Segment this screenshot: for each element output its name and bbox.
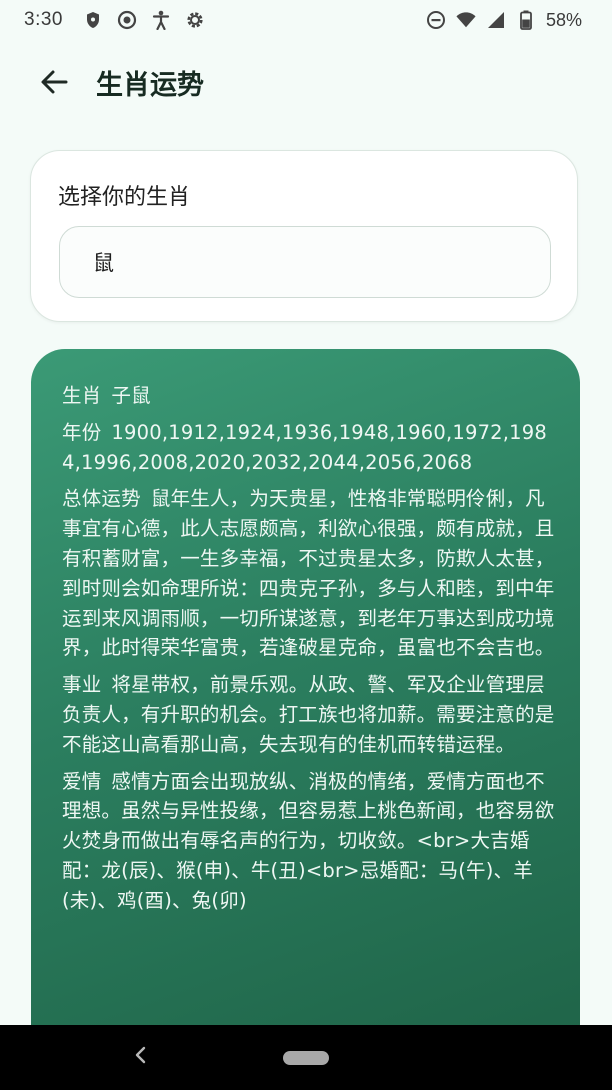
zodiac-label: 生肖	[62, 384, 102, 407]
overall-fortune-value: 鼠年生人，为天贵星，性格非常聪明伶俐，凡事宜有心德，此人志愿颇高，利欲心很强，颇…	[62, 487, 555, 660]
settings-icon	[185, 10, 205, 30]
page-title: 生肖运势	[96, 69, 204, 101]
battery-percentage: 58%	[545, 9, 582, 30]
nav-back-button[interactable]	[128, 1043, 152, 1067]
years-label: 年份	[62, 420, 102, 444]
zodiac-value: 子鼠	[111, 384, 151, 407]
love-label: 爱情	[62, 769, 102, 793]
accessibility-icon	[151, 10, 171, 30]
fortune-result-card: 生肖 子鼠 年份 1900,1912,1924,1936,1948,1960,197…	[31, 349, 580, 1049]
career-row: 事业 将星带权，前景乐观。从政、警、军及企业管理层负责人，有升职的机会。打工族也将…	[62, 670, 562, 759]
status-right: 58%	[426, 10, 582, 31]
love-value: 感情方面会出现放纵、消极的情绪，爱情方面也不理想。虽然与异性投缘，但容易惹上桃色…	[62, 769, 555, 912]
years-row: 年份 1900,1912,1924,1936,1948,1960,1972,198…	[62, 418, 562, 478]
status-bar: 3:30 58%	[0, 0, 612, 40]
career-value: 将星带权，前景乐观。从政、警、军及企业管理层负责人，有升职的机会。打工族也将加薪…	[62, 673, 555, 756]
battery-icon	[516, 10, 536, 30]
zodiac-select-value: 鼠	[93, 251, 114, 275]
app-bar: 生肖运势	[0, 48, 612, 116]
dnd-icon	[426, 10, 446, 30]
status-left: 3:30	[24, 9, 205, 31]
back-button[interactable]	[38, 66, 70, 98]
overall-fortune-row: 总体运势 鼠年生人，为天贵星，性格非常聪明伶俐，凡事宜有心德，此人志愿颇高，利欲心…	[62, 484, 562, 663]
arrow-back-icon	[41, 70, 68, 94]
wifi-icon	[456, 10, 476, 30]
status-time: 3:30	[24, 9, 63, 30]
nav-home-pill[interactable]	[283, 1050, 329, 1065]
navigation-bar	[0, 1025, 612, 1090]
years-value: 1900,1912,1924,1936,1948,1960,1972,1984,…	[62, 420, 547, 474]
zodiac-select[interactable]: 鼠	[59, 226, 551, 298]
zodiac-selector-label: 选择你的生肖	[58, 185, 191, 210]
zodiac-selector-card: 选择你的生肖 鼠	[30, 150, 578, 322]
career-label: 事业	[62, 673, 102, 697]
love-row: 爱情 感情方面会出现放纵、消极的情绪，爱情方面也不理想。虽然与异性投缘，但容易惹上…	[62, 767, 562, 916]
record-icon	[117, 10, 137, 30]
overall-fortune-label: 总体运势	[62, 487, 141, 511]
signal-icon	[486, 10, 506, 30]
zodiac-row: 生肖 子鼠	[62, 381, 562, 411]
shield-icon	[83, 10, 103, 30]
nav-back-icon	[135, 1046, 146, 1064]
